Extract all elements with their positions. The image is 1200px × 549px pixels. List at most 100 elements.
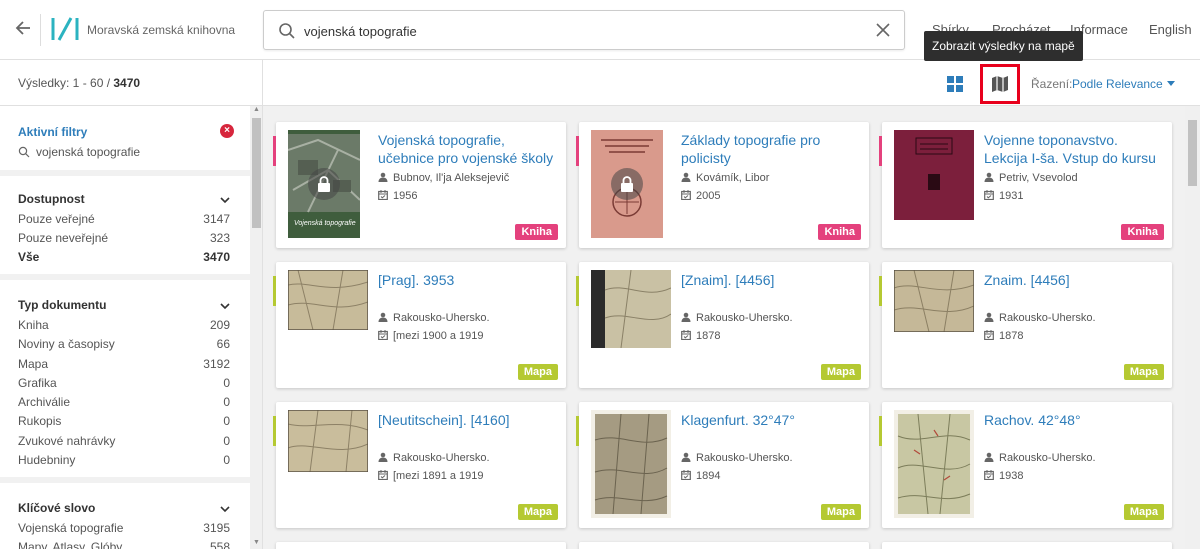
divider	[0, 477, 250, 483]
facet-item[interactable]: Mapy. Atlasy. Glóby 558	[18, 540, 230, 549]
close-icon[interactable]	[874, 21, 892, 39]
result-card[interactable]: Klagenfurt. 32°47° Rakousko-Uhersko. 189…	[576, 402, 869, 528]
facet-item[interactable]: Hudebniny 0	[18, 453, 230, 471]
sidebar-scrollbar[interactable]: ▲ ▼	[250, 106, 263, 549]
card-title[interactable]: [Neutitschein]. [4160]	[378, 411, 558, 429]
person-icon	[681, 452, 691, 462]
map-icon	[992, 76, 1008, 92]
facet-title-document-type[interactable]: Typ dokumentu	[18, 298, 106, 312]
facet-item[interactable]: Mapa 3192	[18, 357, 230, 375]
results-bar: Výsledky: 1 - 60 / 3470	[0, 60, 263, 106]
map-view-button[interactable]	[980, 64, 1020, 104]
facet-title-keyword[interactable]: Klíčové slovo	[18, 501, 95, 515]
date-text: [mezi 1891 a 1919	[393, 470, 484, 482]
result-card[interactable]	[276, 542, 566, 549]
card-author: Bubnov, Il'ja Aleksejevič	[378, 172, 509, 184]
facet-item[interactable]: Noviny a časopisy 66	[18, 337, 230, 355]
facet-item[interactable]: Rukopis 0	[18, 414, 230, 432]
result-card[interactable]	[882, 542, 1172, 549]
facet-item-count: 0	[223, 376, 230, 390]
card-accent	[576, 136, 579, 166]
facet-item-count: 3195	[203, 521, 230, 535]
search-input[interactable]	[304, 19, 864, 43]
facet-item-count: 3147	[203, 212, 230, 226]
map-tooltip: Zobrazit výsledky na mapě	[924, 31, 1083, 61]
facet-title-availability[interactable]: Dostupnost	[18, 192, 85, 206]
scrollbar-thumb[interactable]	[1188, 120, 1197, 186]
author-text: Petriv, Vsevolod	[999, 172, 1078, 184]
facet-item-label: Pouze neveřejné	[18, 231, 109, 245]
facet-item[interactable]: Zvukové nahrávky 0	[18, 434, 230, 452]
result-card[interactable]: Znaim. [4456] Rakousko-Uhersko. 1878 Map…	[879, 262, 1172, 388]
card-author: Petriv, Vsevolod	[984, 172, 1078, 184]
person-icon	[984, 452, 994, 462]
card-date: 1878	[984, 330, 1023, 342]
person-icon	[681, 172, 691, 182]
result-card[interactable]	[579, 542, 869, 549]
lock-icon	[611, 168, 643, 200]
chevron-down-icon[interactable]	[219, 193, 231, 205]
logo-text[interactable]: Moravská zemská knihovna	[87, 23, 235, 37]
card-title[interactable]: Rachov. 42°48°	[984, 411, 1164, 429]
result-card[interactable]: Vojenská topografie Vojenská topografie,…	[273, 122, 566, 248]
card-title[interactable]: Základy topografie pro policisty	[681, 131, 861, 167]
back-arrow-icon[interactable]	[12, 18, 36, 42]
sort-select[interactable]: Podle Relevance	[1072, 77, 1163, 91]
type-badge: Kniha	[818, 224, 861, 240]
result-card[interactable]: Základy topografie pro policisty Kovámík…	[576, 122, 869, 248]
scrollbar-thumb[interactable]	[252, 118, 261, 228]
card-title[interactable]: Klagenfurt. 32°47°	[681, 411, 861, 429]
facet-item[interactable]: Pouze veřejné 3147	[18, 212, 230, 230]
card-title[interactable]: Znaim. [4456]	[984, 271, 1164, 289]
facet-item[interactable]: Vše 3470	[18, 250, 230, 268]
date-text: 1938	[999, 470, 1024, 482]
person-icon	[378, 172, 388, 182]
facet-item-count: 209	[209, 318, 230, 332]
author-text: Kovámík, Libor	[696, 172, 770, 184]
card-date: 1931	[984, 190, 1023, 202]
nav-language[interactable]: English	[1149, 22, 1192, 37]
library-logo-icon[interactable]	[50, 16, 80, 42]
type-badge: Mapa	[1123, 364, 1164, 380]
facet-item-label: Vojenská topografie	[18, 521, 124, 535]
caret-down-icon[interactable]	[1167, 81, 1175, 86]
result-card[interactable]: [Prag]. 3953 Rakousko-Uhersko. [mezi 190…	[273, 262, 566, 388]
results-scrollbar[interactable]	[1185, 106, 1200, 549]
card-title[interactable]: [Znaim]. [4456]	[681, 271, 861, 289]
scroll-down-icon[interactable]: ▼	[252, 539, 261, 549]
card-title[interactable]: Vojenská topografie, učebnice pro vojens…	[378, 131, 558, 167]
lock-icon	[308, 168, 340, 200]
facet-item-count: 0	[223, 395, 230, 409]
facet-item[interactable]: Archiválie 0	[18, 395, 230, 413]
result-card[interactable]: [Neutitschein]. [4160] Rakousko-Uhersko.…	[273, 402, 566, 528]
facet-item[interactable]: Grafika 0	[18, 376, 230, 394]
chevron-down-icon[interactable]	[219, 299, 231, 311]
facet-item[interactable]: Kniha 209	[18, 318, 230, 336]
thumbnail	[591, 270, 671, 348]
person-icon	[984, 312, 994, 322]
card-title[interactable]: [Prag]. 3953	[378, 271, 558, 289]
date-text: [mezi 1900 a 1919	[393, 330, 484, 342]
result-card[interactable]: [Znaim]. [4456] Rakousko-Uhersko. 1878 M…	[576, 262, 869, 388]
search-box[interactable]	[263, 10, 905, 50]
person-icon	[378, 312, 388, 322]
card-accent	[879, 136, 882, 166]
card-title[interactable]: Vojenne toponavstvo. Lekcija I-ša. Vstup…	[984, 131, 1164, 167]
card-accent	[273, 276, 276, 306]
facet-item[interactable]: Pouze neveřejné 323	[18, 231, 230, 249]
calendar-icon	[681, 330, 691, 341]
date-text: 1956	[393, 190, 418, 202]
date-text: 1878	[999, 330, 1024, 342]
remove-filters-icon[interactable]: ×	[220, 124, 234, 138]
facet-item[interactable]: Vojenská topografie 3195	[18, 521, 230, 539]
card-author: Rakousko-Uhersko.	[681, 452, 793, 464]
type-badge: Kniha	[1121, 224, 1164, 240]
result-card[interactable]: Rachov. 42°48° Rakousko-Uhersko. 1938 Ma…	[879, 402, 1172, 528]
card-date: 1894	[681, 470, 720, 482]
grid-view-icon[interactable]	[947, 76, 963, 92]
facet-item-label: Zvukové nahrávky	[18, 434, 116, 448]
scroll-up-icon[interactable]: ▲	[252, 106, 261, 116]
chevron-down-icon[interactable]	[219, 502, 231, 514]
active-filter-query[interactable]: vojenská topografie	[36, 145, 140, 159]
result-card[interactable]: Vojenne toponavstvo. Lekcija I-ša. Vstup…	[879, 122, 1172, 248]
